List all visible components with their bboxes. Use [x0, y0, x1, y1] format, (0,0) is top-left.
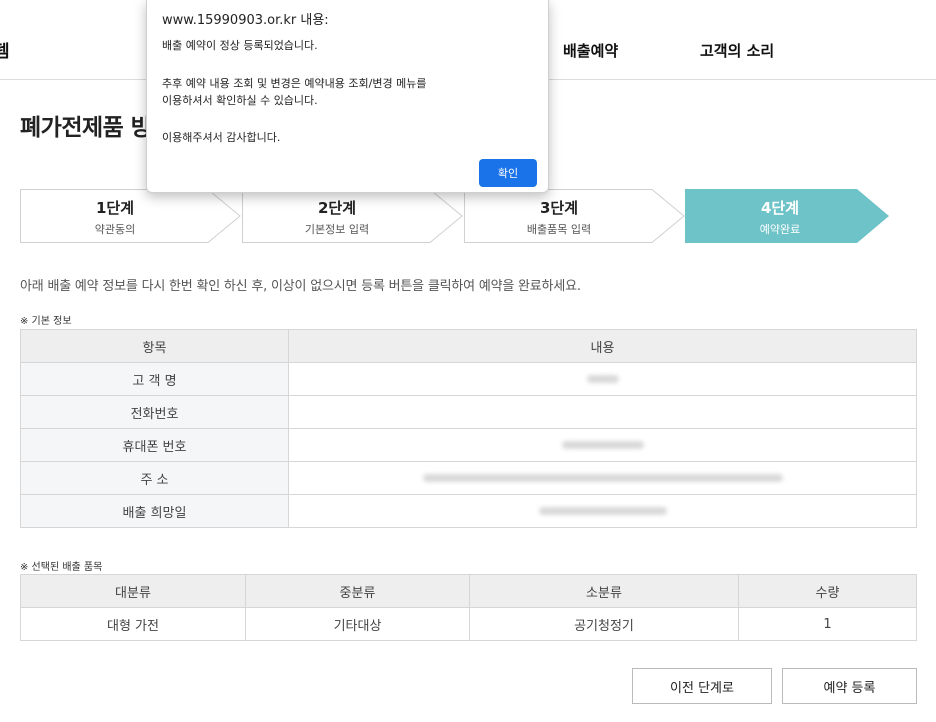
step-2: 2단계 기본정보 입력 — [242, 189, 464, 243]
cell-middle-category: 기타대상 — [245, 607, 470, 641]
basic-info-table: 항목 내용 고 객 명 전화번호 휴대폰 번호 주 소 배출 희망일 — [20, 329, 917, 528]
step-3-number: 3단계 — [539, 199, 579, 217]
table-row: 휴대폰 번호 — [20, 428, 917, 462]
step-1: 1단계 약관동의 — [20, 189, 242, 243]
nav-item-reservation[interactable]: 배출예약 — [563, 40, 618, 61]
column-header-content: 내용 — [288, 329, 917, 363]
selected-items-label: ※ 선택된 배출 품목 — [20, 562, 103, 573]
step-2-desc: 기본정보 입력 — [304, 223, 370, 236]
dialog-origin-title: www.15990903.or.kr 내용: — [162, 13, 329, 28]
previous-step-button[interactable]: 이전 단계로 — [632, 668, 772, 704]
table-header-row: 대분류 중분류 소분류 수량 — [20, 574, 917, 608]
step-2-number: 2단계 — [317, 199, 357, 217]
selected-items-table: 대분류 중분류 소분류 수량 대형 가전 기타대상 공기청정기 1 — [20, 574, 917, 641]
row-label-address: 주 소 — [20, 461, 289, 495]
row-value-phone-empty — [288, 395, 917, 429]
table-row: 주 소 — [20, 461, 917, 495]
cell-minor-category: 공기청정기 — [469, 607, 739, 641]
step-1-desc: 약관동의 — [94, 223, 136, 236]
step-3: 3단계 배출품목 입력 — [464, 189, 686, 243]
step-4: 4단계 예약완료 — [685, 189, 890, 243]
step-1-number: 1단계 — [95, 199, 135, 217]
table-header-row: 항목 내용 — [20, 329, 917, 363]
row-label-customer-name: 고 객 명 — [20, 362, 289, 396]
cell-quantity: 1 — [738, 607, 917, 641]
table-row: 대형 가전 기타대상 공기청정기 1 — [20, 607, 917, 641]
step-indicator: 1단계 약관동의 2단계 기본정보 입력 3단계 배출품목 입력 4단계 예약완… — [20, 189, 890, 243]
column-header-minor-category: 소분류 — [469, 574, 739, 608]
column-header-quantity: 수량 — [738, 574, 917, 608]
column-header-major-category: 대분류 — [20, 574, 246, 608]
cell-major-category: 대형 가전 — [20, 607, 246, 641]
column-header-item: 항목 — [20, 329, 289, 363]
step-4-desc: 예약완료 — [759, 223, 801, 236]
row-value-mobile-blurred — [288, 428, 917, 462]
table-row: 전화번호 — [20, 395, 917, 429]
column-header-middle-category: 중분류 — [245, 574, 470, 608]
row-label-phone: 전화번호 — [20, 395, 289, 429]
row-value-address-blurred — [288, 461, 917, 495]
alert-dialog: www.15990903.or.kr 내용: 배출 예약이 정상 등록되었습니다… — [146, 0, 549, 193]
row-label-mobile: 휴대폰 번호 — [20, 428, 289, 462]
row-label-disposal-date: 배출 희망일 — [20, 494, 289, 528]
dialog-message-line-4: 이용해주셔서 감사합니다. — [162, 131, 281, 144]
nav-item-customer-voice[interactable]: 고객의 소리 — [700, 40, 774, 61]
table-row: 고 객 명 — [20, 362, 917, 396]
dialog-ok-button[interactable]: 확인 — [479, 159, 537, 187]
dialog-message-line-1: 배출 예약이 정상 등록되었습니다. — [162, 39, 318, 52]
dialog-message-line-3: 이용하셔서 확인하실 수 있습니다. — [162, 94, 318, 107]
confirmation-notice: 아래 배출 예약 정보를 다시 한번 확인 하신 후, 이상이 없으시면 등록 … — [20, 279, 581, 294]
page-title: 폐가전제품 방 — [20, 115, 152, 141]
step-4-number: 4단계 — [760, 199, 800, 217]
row-value-customer-name-blurred — [288, 362, 917, 396]
row-value-disposal-date-blurred — [288, 494, 917, 528]
step-3-desc: 배출품목 입력 — [526, 223, 592, 236]
dialog-message-line-2: 추후 예약 내용 조회 및 변경은 예약내용 조회/변경 메뉴를 — [162, 77, 427, 90]
site-logo-fragment[interactable]: 템 — [0, 37, 10, 62]
basic-info-label: ※ 기본 정보 — [20, 316, 72, 327]
submit-reservation-button[interactable]: 예약 등록 — [782, 668, 917, 704]
table-row: 배출 희망일 — [20, 494, 917, 528]
